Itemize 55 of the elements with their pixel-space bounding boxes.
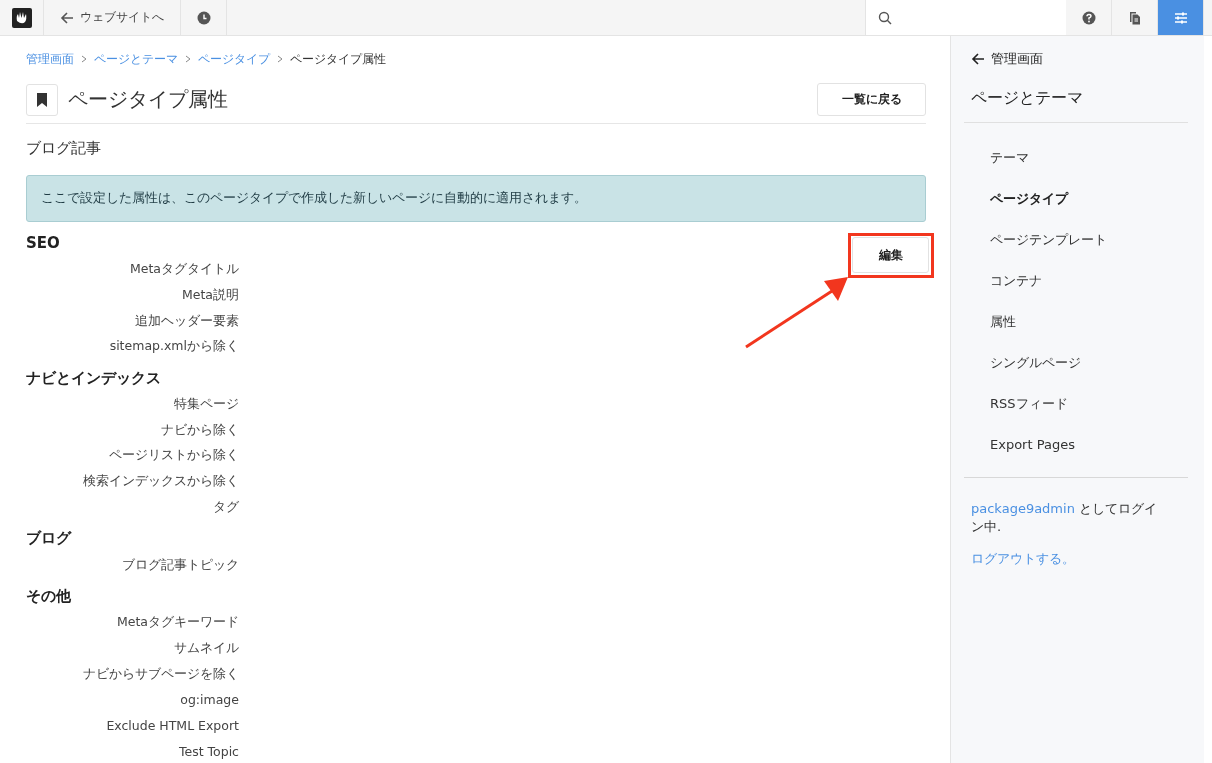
- arrow-left-icon: [971, 52, 985, 66]
- attribute-label: サムネイル: [174, 639, 239, 657]
- website-link[interactable]: ウェブサイトへ: [44, 0, 181, 35]
- attribute-label: 検索インデックスから除く: [83, 473, 239, 491]
- breadcrumb-link[interactable]: 管理画面: [26, 50, 74, 68]
- attribute-label: ナビから除く: [161, 421, 239, 439]
- sidebar-item[interactable]: Export Pages: [964, 424, 1188, 465]
- search-icon: [878, 10, 892, 25]
- sidebar-item[interactable]: 属性: [964, 301, 1188, 342]
- attribute-label: 追加ヘッダー要素: [135, 312, 239, 330]
- attribute-label: ページリストから除く: [109, 447, 239, 465]
- attribute-label: og:image: [180, 692, 239, 708]
- sidebar-heading: ページとテーマ: [964, 88, 1188, 123]
- sliders-icon: [1173, 10, 1188, 25]
- attribute-label: Meta説明: [181, 287, 239, 305]
- sidebar-item[interactable]: シングルページ: [964, 342, 1188, 383]
- search-field[interactable]: [866, 0, 1066, 35]
- attribute-label: 特集ページ: [174, 396, 239, 414]
- chevron-icon: [277, 55, 283, 63]
- clock-icon[interactable]: [196, 10, 211, 25]
- admin-back-link[interactable]: 管理画面: [964, 52, 1188, 66]
- group-heading: SEO: [26, 233, 61, 254]
- chevron-icon: [81, 55, 87, 63]
- sidebar-item[interactable]: テーマ: [964, 137, 1188, 178]
- page-title: ページタイプ属性: [68, 86, 229, 113]
- login-status: package9admin としてログイン中.: [970, 500, 1159, 536]
- sidebar-item[interactable]: ページテンプレート: [964, 219, 1188, 260]
- pages-icon[interactable]: [1127, 10, 1142, 25]
- attribute-label: タグ: [213, 498, 239, 516]
- sidebar-item[interactable]: コンテナ: [964, 260, 1188, 301]
- breadcrumb-link[interactable]: ページとテーマ: [94, 50, 178, 68]
- chevron-icon: [185, 55, 191, 63]
- arrow-left-icon: [60, 10, 74, 25]
- attribute-label: Exclude HTML Export: [106, 717, 239, 733]
- sidebar-item[interactable]: ページタイプ: [964, 178, 1188, 219]
- attribute-label: sitemap.xmlから除く: [109, 338, 239, 356]
- group-heading: ブログ: [26, 528, 73, 550]
- attribute-label: Metaタグタイトル: [129, 261, 239, 279]
- edit-button[interactable]: 編集: [852, 237, 929, 273]
- breadcrumb-current: ページタイプ属性: [290, 50, 386, 68]
- attribute-label: Metaタグキーワード: [116, 614, 239, 632]
- breadcrumb-link[interactable]: ページタイプ: [198, 50, 270, 68]
- attribute-label: Test Topic: [178, 743, 239, 759]
- sidebar-item[interactable]: RSSフィード: [964, 383, 1188, 424]
- group-heading: ナビとインデックス: [26, 367, 162, 389]
- help-icon[interactable]: [1081, 10, 1096, 25]
- settings-button[interactable]: [1158, 0, 1204, 35]
- attribute-label: ブログ記事トピック: [122, 556, 239, 574]
- bookmark-icon: [26, 83, 58, 116]
- page-type-name: ブログ記事: [26, 139, 102, 159]
- logo-icon[interactable]: [11, 7, 32, 28]
- attribute-label: ナビからサブページを除く: [83, 665, 239, 683]
- back-to-list-button[interactable]: 一覧に戻る: [817, 83, 926, 116]
- info-alert: ここで設定した属性は、このページタイプで作成した新しいページに自動的に適用されます。: [26, 175, 926, 222]
- group-heading: その他: [26, 585, 72, 607]
